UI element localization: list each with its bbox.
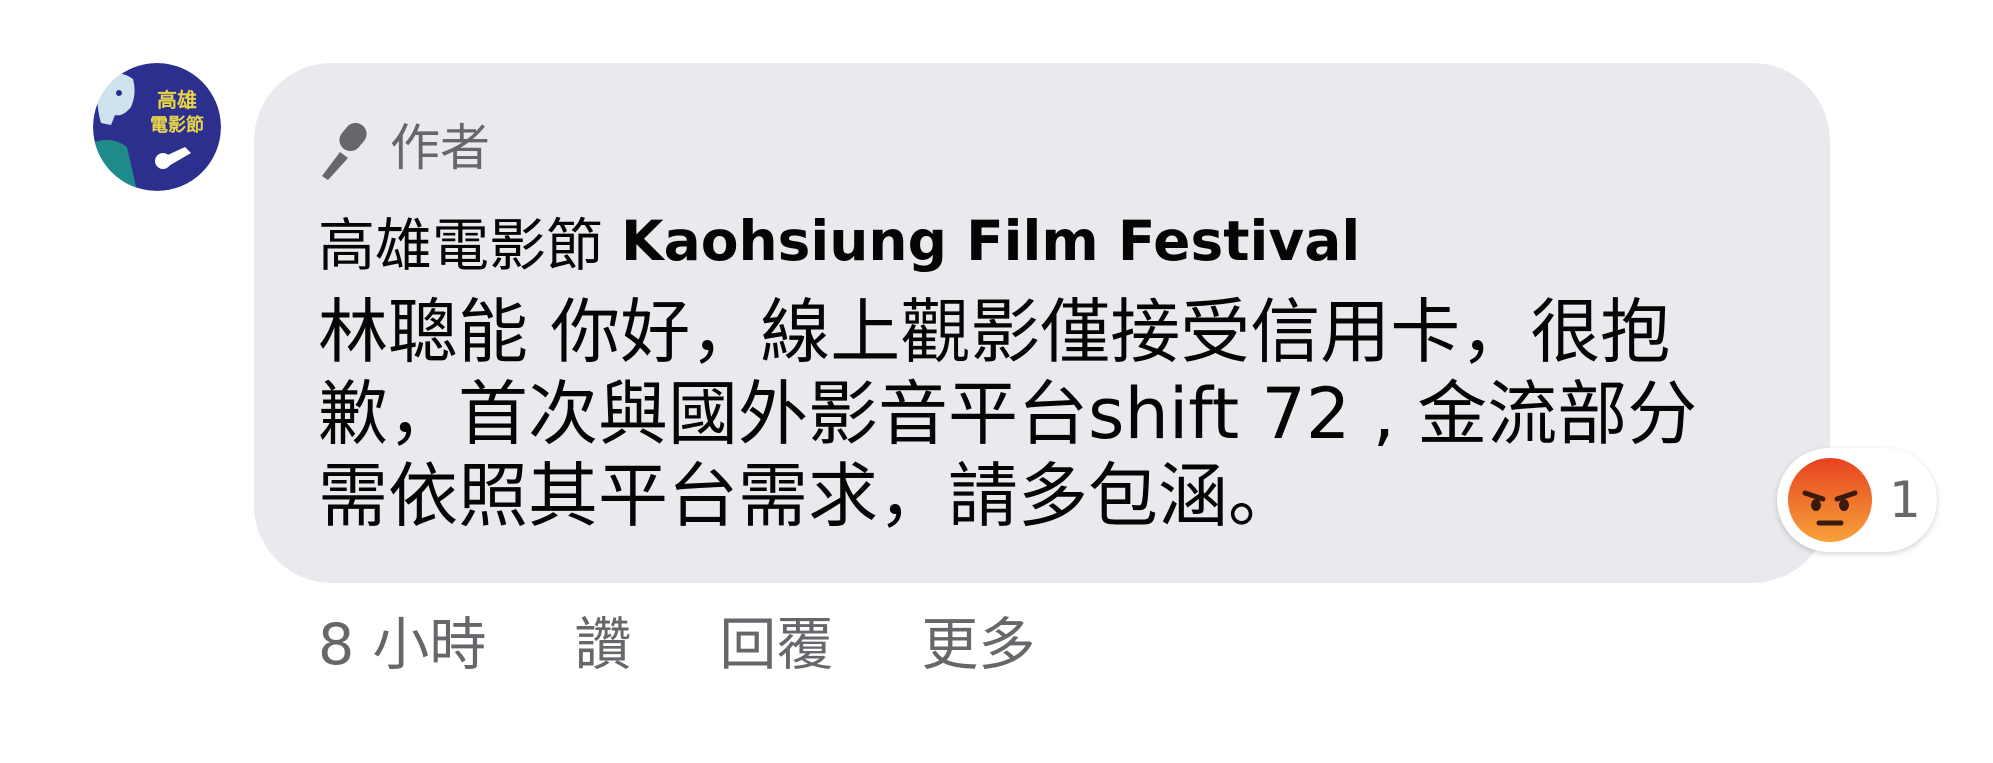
logo-text-line2: 電影節 (150, 114, 204, 136)
comment-actions: 8 小時 讚 回覆 更多 (318, 600, 1035, 680)
author-name-en[interactable]: Kaohsiung Film Festival (621, 209, 1360, 273)
reaction-summary[interactable]: 1 (1777, 448, 1937, 552)
author-name-zh[interactable]: 高雄電影節 (318, 200, 603, 282)
kaohsiung-film-festival-logo: 高雄 電影節 (93, 63, 221, 191)
author-badge-label: 作者 (390, 119, 490, 177)
author-name[interactable]: 高雄電影節 Kaohsiung Film Festival (318, 201, 1360, 281)
comment-text: 林聰能 你好，線上觀影僅接受信用卡，很抱 歉，首次與國外影音平台shift 72… (318, 291, 1698, 537)
like-button[interactable]: 讚 (574, 599, 631, 681)
microphone-icon (318, 116, 376, 180)
angry-face-icon (1787, 457, 1873, 543)
author-badge: 作者 (318, 113, 490, 183)
reaction-count: 1 (1889, 471, 1921, 529)
author-avatar[interactable]: 高雄 電影節 (93, 63, 221, 191)
comment-bubble: 作者 高雄電影節 Kaohsiung Film Festival 林聰能 你好，… (254, 63, 1830, 583)
more-button[interactable]: 更多 (921, 599, 1035, 681)
logo-text-line1: 高雄 (157, 88, 197, 112)
reply-button[interactable]: 回覆 (719, 599, 833, 681)
comment-timestamp[interactable]: 8 小時 (318, 599, 486, 681)
